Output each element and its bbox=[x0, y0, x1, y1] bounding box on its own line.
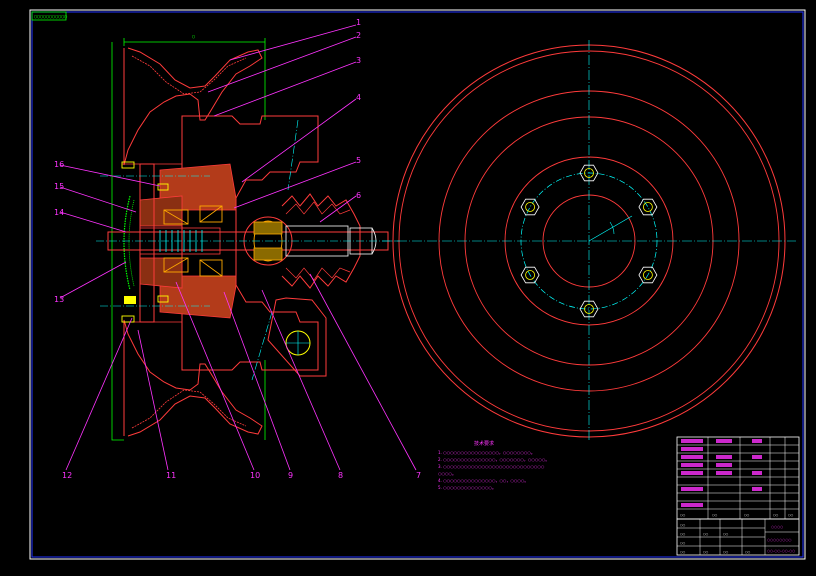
callout-14: 14 bbox=[54, 208, 64, 217]
callout-4: 4 bbox=[356, 93, 361, 102]
notes-line-6: 5. ○○○○○○○○○○○○○○。 bbox=[438, 485, 496, 490]
leader-lines bbox=[59, 24, 417, 471]
tb-cell-3: ○○ bbox=[744, 513, 750, 517]
section-view: ○ bbox=[96, 34, 400, 441]
notes-line-2: 2. ○○○○○○○○○○○○○○○，○○○○○○○，○○○○○。 bbox=[438, 457, 549, 462]
notes-title: 技术要求 bbox=[474, 440, 494, 447]
callout-16: 16 bbox=[54, 160, 64, 169]
tb-cell-11: ○○ bbox=[723, 550, 729, 554]
cad-drawing: ○○○○○○○○○○○ ○ 1 2 3 4 5 6 7 8 9 10 11 12… bbox=[29, 9, 806, 560]
stamp-box: ○○○○○○○○○○○ bbox=[31, 11, 67, 21]
notes-line-5: 4. ○○○○○○○○○○○○○○○，○○，○○○○。 bbox=[438, 478, 528, 483]
callout-12: 12 bbox=[62, 471, 72, 480]
tb-cell-2: ○○ bbox=[712, 513, 718, 517]
callout-8: 8 bbox=[338, 471, 343, 480]
callout-3: 3 bbox=[356, 56, 361, 65]
tb-cell-9: ○○ bbox=[680, 550, 686, 554]
tb-cell-5: ○○ bbox=[788, 513, 794, 517]
technical-notes: 技术要求 1. ○○○○○○○○○○○○○○○○，○○○○○○○○。 2. ○○… bbox=[438, 440, 549, 490]
notes-line-3: 3. ○○○○○○○○○○○○○○○○○○○○○○○○○○○○○ bbox=[438, 464, 545, 469]
callout-6: 6 bbox=[356, 191, 361, 200]
callout-7: 7 bbox=[416, 471, 421, 480]
lug-nut-hole-6 bbox=[525, 202, 535, 212]
callout-15: 15 bbox=[54, 182, 64, 191]
tb-cell-12: ○○ bbox=[745, 550, 751, 554]
drawing-number: ○○-○○-○○-○○ bbox=[767, 549, 795, 553]
callout-11: 11 bbox=[166, 471, 176, 480]
tb-cell-14: ○○ bbox=[723, 532, 729, 536]
tb-cell-10: ○○ bbox=[703, 550, 709, 554]
drawing-name: ○○○○ bbox=[771, 525, 783, 529]
notes-line-4: ○○○○。 bbox=[438, 471, 456, 476]
tb-cell-7: ○○ bbox=[680, 532, 686, 536]
front-view bbox=[382, 40, 796, 442]
part-name: ○○○○○○○○ bbox=[767, 538, 791, 542]
tb-cell-6: ○○ bbox=[680, 523, 686, 527]
callout-2: 2 bbox=[356, 31, 361, 40]
title-block: ○○ ○○ ○○ ○○ ○○ ○○○○ ○○○○○○○○ ○○-○○-○○-○○… bbox=[676, 436, 800, 556]
callout-9: 9 bbox=[288, 471, 293, 480]
dimension-label: ○ bbox=[192, 34, 195, 40]
callout-13: 13 bbox=[54, 295, 64, 304]
callout-1: 1 bbox=[356, 18, 361, 27]
callout-5: 5 bbox=[356, 156, 361, 165]
lug-nut-6 bbox=[520, 198, 540, 216]
tb-cell-13: ○○ bbox=[703, 532, 709, 536]
tb-cell-8: ○○ bbox=[680, 541, 686, 545]
tb-cell-4: ○○ bbox=[773, 513, 779, 517]
callout-10: 10 bbox=[250, 471, 260, 480]
notes-line-1: 1. ○○○○○○○○○○○○○○○○，○○○○○○○○。 bbox=[438, 450, 535, 455]
tb-cell-1: ○○ bbox=[680, 513, 686, 517]
stamp-text: ○○○○○○○○○○○ bbox=[34, 14, 67, 20]
